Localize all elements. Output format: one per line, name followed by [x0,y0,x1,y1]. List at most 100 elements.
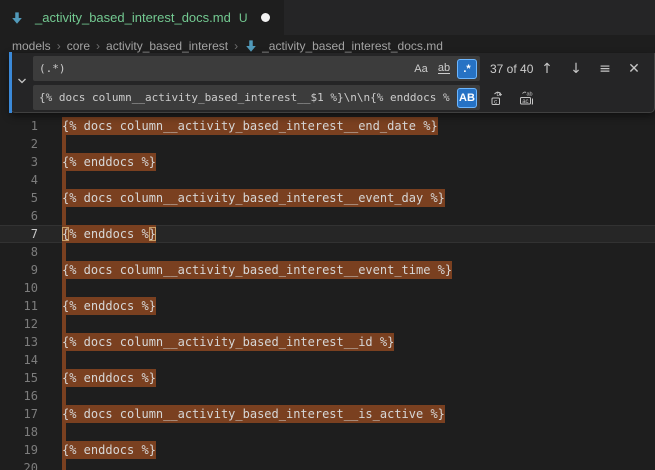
replace-button[interactable]: b c [488,88,508,108]
line-number[interactable]: 15 [0,369,38,387]
find-match-highlight: {% enddocs %} [62,297,156,315]
code-text: {% docs column__activity_based_interest_… [62,117,438,135]
find-match-highlight [62,423,66,441]
code-text: {% docs column__activity_based_interest_… [62,261,452,279]
whole-word-toggle[interactable]: ab [434,59,454,79]
breadcrumb-separator-icon: › [234,39,238,53]
line-number[interactable]: 4 [0,171,38,189]
find-match-highlight: {% enddocs %} [62,441,156,459]
line-number[interactable]: 17 [0,405,38,423]
code-line[interactable]: 3 {% enddocs %} [0,153,655,171]
close-button[interactable]: ✕ [624,59,644,79]
find-match-highlight [62,459,66,470]
find-match-highlight: {% docs column__activity_based_interest_… [62,261,452,279]
code-line[interactable]: 20 [0,459,655,470]
match-case-toggle[interactable]: Aa [411,59,431,79]
line-number[interactable]: 7 [0,225,38,243]
line-number[interactable]: 6 [0,207,38,225]
code-text [62,315,66,333]
find-widget-resize-sash[interactable] [9,52,12,113]
tab-bar: _activity_based_interest_docs.md U [0,0,655,35]
code-text [62,207,66,225]
markdown-icon [10,11,24,25]
code-line[interactable]: 7 {% enddocs %} [0,225,655,243]
current-find-match: {% enddocs %} [62,225,156,243]
code-line[interactable]: 12 [0,315,655,333]
markdown-icon [244,39,258,53]
code-text [62,135,66,153]
code-text [62,459,66,470]
replace-input[interactable] [33,85,480,110]
breadcrumb-item-_activity_based_interest_docs.md[interactable]: _activity_based_interest_docs.md [262,39,443,53]
editor-tab[interactable]: _activity_based_interest_docs.md U [0,0,284,35]
code-line[interactable]: 10 [0,279,655,297]
code-line[interactable]: 15 {% enddocs %} [0,369,655,387]
line-number[interactable]: 12 [0,315,38,333]
code-line[interactable]: 2 [0,135,655,153]
find-match-highlight [62,243,66,261]
code-line[interactable]: 4 [0,171,655,189]
code-line[interactable]: 9 {% docs column__activity_based_interest… [0,261,655,279]
line-number[interactable]: 19 [0,441,38,459]
code-line[interactable]: 6 [0,207,655,225]
code-text: {% enddocs %} [62,153,156,171]
find-match-highlight [62,315,66,333]
code-line[interactable]: 11 {% enddocs %} [0,297,655,315]
match-count: 37 of 40 [490,62,533,76]
find-match-highlight [62,207,66,225]
chevron-down-icon [16,74,28,92]
breadcrumb-item-activity_based_interest[interactable]: activity_based_interest [106,39,228,53]
find-widget: Aa ab .* 37 of 40 ↑ ↓ ≡ ✕ AB [10,53,655,113]
previous-match-button[interactable]: ↑ [537,59,557,79]
find-match-highlight [62,351,66,369]
find-match-highlight [62,387,66,405]
code-line[interactable]: 5 {% docs column__activity_based_interest… [0,189,655,207]
line-number[interactable]: 5 [0,189,38,207]
breadcrumb-item-models[interactable]: models [12,39,51,53]
line-number[interactable]: 8 [0,243,38,261]
code-line[interactable]: 19 {% enddocs %} [0,441,655,459]
code-text [62,351,66,369]
code-line[interactable]: 16 [0,387,655,405]
editor[interactable]: 1 {% docs column__activity_based_interest… [0,57,655,470]
line-number[interactable]: 11 [0,297,38,315]
line-number[interactable]: 9 [0,261,38,279]
code-text: {% enddocs %} [62,369,156,387]
find-in-selection-button[interactable]: ≡ [595,59,615,79]
preserve-case-toggle[interactable]: AB [457,88,477,108]
line-number[interactable]: 2 [0,135,38,153]
code-text: {% docs column__activity_based_interest_… [62,189,445,207]
code-text [62,171,66,189]
breadcrumb-separator-icon: › [96,39,100,53]
regex-toggle[interactable]: .* [457,59,477,79]
code-line[interactable]: 8 [0,243,655,261]
toggle-replace-button[interactable] [11,53,33,112]
tab-title: _activity_based_interest_docs.md [35,10,231,25]
breadcrumb-item-core[interactable]: core [67,39,90,53]
modified-dot-icon[interactable] [261,13,270,22]
code-line[interactable]: 18 [0,423,655,441]
line-number[interactable]: 18 [0,423,38,441]
code-text [62,387,66,405]
line-number[interactable]: 1 [0,117,38,135]
git-status-badge: U [239,11,248,25]
next-match-button[interactable]: ↓ [566,59,586,79]
code-text: {% enddocs %} [62,297,156,315]
replace-all-button[interactable]: ab ac [517,88,537,108]
line-number[interactable]: 16 [0,387,38,405]
code-text: {% docs column__activity_based_interest_… [62,333,394,351]
line-number[interactable]: 3 [0,153,38,171]
code-text [62,243,66,261]
code-line[interactable]: 1 {% docs column__activity_based_interest… [0,117,655,135]
code-line[interactable]: 17{% docs column__activity_based_interes… [0,405,655,423]
line-number[interactable]: 13 [0,333,38,351]
line-number[interactable]: 10 [0,279,38,297]
bracket-match: { [62,227,69,241]
code-line[interactable]: 13 {% docs column__activity_based_interes… [0,333,655,351]
bracket-match: } [149,227,156,241]
code-text [62,279,66,297]
line-number[interactable]: 14 [0,351,38,369]
line-number[interactable]: 20 [0,459,38,470]
breadcrumb-separator-icon: › [57,39,61,53]
code-line[interactable]: 14 [0,351,655,369]
